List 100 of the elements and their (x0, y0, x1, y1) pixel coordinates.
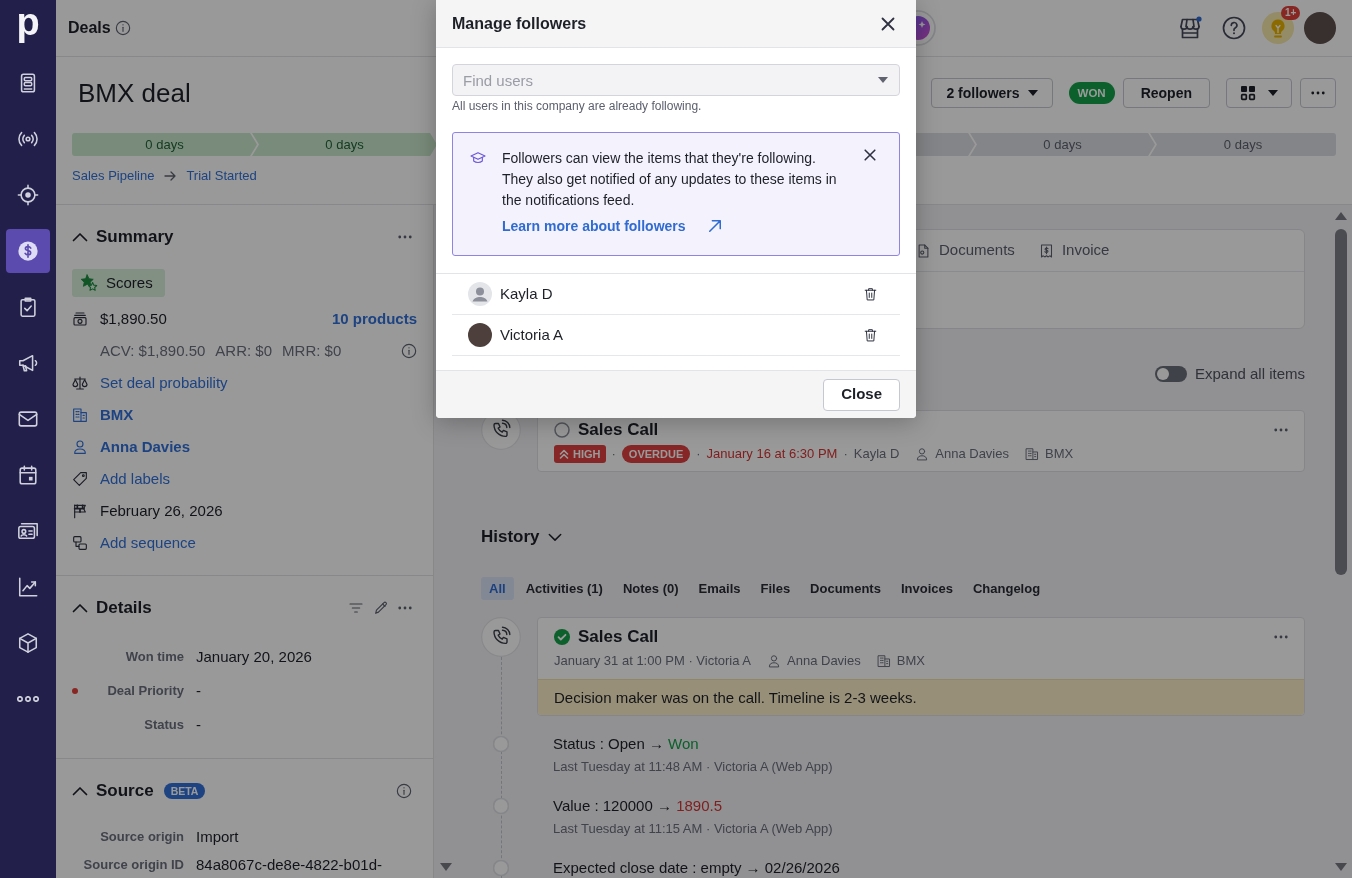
section-title: Source (96, 780, 154, 803)
pipeline-stage[interactable]: 0 days (1150, 133, 1336, 156)
pipeline-stage[interactable]: 0 days (72, 133, 257, 156)
due-date: January 16 at 6:30 PM (706, 445, 838, 464)
trash-icon[interactable] (863, 327, 878, 343)
learn-more-link[interactable]: Learn more about followers (502, 215, 686, 237)
more-icon[interactable] (398, 235, 412, 239)
change-description: Expected close date : empty → 02/26/2026 (553, 858, 840, 878)
scroll-down-arrow-icon[interactable] (439, 863, 452, 871)
change-description: Status : Open → Won (553, 734, 700, 754)
filter-tab[interactable]: Files (752, 577, 799, 600)
change-meta: Last Tuesday at 11:15 AM · Victoria A (Web App) (553, 820, 833, 838)
help-icon[interactable] (1222, 16, 1246, 40)
followers-dropdown[interactable]: 2 followers (931, 78, 1053, 108)
activity-title: Sales Call (578, 419, 659, 442)
field-name: Source origin ID (83, 856, 184, 874)
action-link[interactable]: Set deal probability (100, 371, 228, 395)
chevron-down-icon[interactable] (547, 532, 562, 542)
entity-link[interactable]: Anna Davies (100, 435, 191, 459)
person-link[interactable]: Anna Davies (787, 651, 861, 671)
checkered-flag-icon (72, 503, 88, 519)
filter-tab[interactable]: Changelog (964, 577, 1049, 600)
note: Decision maker was on the call. Timeline is 2-3 weeks. (538, 679, 1304, 715)
target-icon (17, 184, 39, 206)
recurring-value: ACV: $1,890.50 (100, 340, 206, 361)
scores-button[interactable]: Scores (72, 269, 165, 297)
filter-tab[interactable]: Invoices (892, 577, 961, 600)
stars-icon (80, 274, 98, 292)
field-name: Source origin (100, 828, 184, 846)
pipeline-stage[interactable]: 0 days (252, 133, 437, 156)
trash-icon[interactable] (863, 286, 878, 302)
caret-down-icon[interactable] (878, 77, 888, 83)
filter-tab[interactable]: Emails (690, 577, 749, 600)
more-icon[interactable] (398, 606, 412, 610)
toggle-switch[interactable] (1154, 366, 1187, 382)
field-value: - (196, 681, 201, 701)
info-icon[interactable] (114, 20, 131, 36)
info-icon[interactable] (401, 343, 417, 359)
close-date: February 26, 2026 (100, 500, 223, 521)
caret-down-icon (1027, 90, 1038, 96)
user-avatar[interactable] (1304, 12, 1336, 44)
store-icon[interactable] (1178, 16, 1202, 40)
building-icon (1025, 447, 1039, 461)
pipeline-stage[interactable]: 0 days (970, 133, 1155, 156)
logo[interactable]: p (0, 0, 56, 56)
building-icon (72, 407, 88, 423)
close-button[interactable]: Close (823, 378, 900, 411)
external-arrow-icon[interactable] (707, 219, 722, 233)
close-icon[interactable] (863, 148, 877, 162)
info-icon[interactable] (396, 783, 412, 799)
more-icon[interactable] (1274, 428, 1288, 432)
entity-link[interactable]: BMX (100, 403, 134, 427)
view-switcher[interactable] (1226, 78, 1292, 108)
breadcrumb-link[interactable]: Sales Pipeline (72, 166, 155, 186)
chevron-up-icon[interactable] (72, 603, 88, 613)
chevron-up-icon[interactable] (72, 232, 88, 242)
nav-button[interactable] (6, 229, 50, 273)
breadcrumb-link[interactable]: Trial Started (186, 166, 257, 186)
tab[interactable]: Invoice (1038, 230, 1134, 271)
filter-tab[interactable]: All (481, 577, 514, 600)
products-link[interactable]: 10 products (331, 307, 417, 331)
organization-link[interactable]: BMX (1045, 444, 1074, 464)
deal-title: BMX deal (78, 77, 191, 109)
follower-name: Victoria A (500, 324, 564, 345)
scrollbar-thumb[interactable] (1335, 229, 1347, 575)
filter-tab[interactable]: Notes (0) (614, 577, 687, 600)
pencil-icon[interactable] (373, 600, 389, 616)
clipboard-check-icon (17, 296, 39, 318)
scroll-up-arrow-icon[interactable] (1335, 212, 1347, 220)
activity-title: Sales Call (578, 626, 659, 649)
scroll-down-arrow-icon[interactable] (1335, 863, 1347, 871)
action-link[interactable]: Add sequence (100, 531, 196, 555)
field-value: 84a8067c-de8e-4822-b01d- (196, 855, 382, 875)
circle-icon[interactable] (554, 422, 570, 438)
cube-icon (17, 632, 39, 654)
page-title: Deals (68, 18, 111, 38)
check-circle-icon[interactable] (554, 629, 570, 645)
tag-icon (72, 471, 88, 487)
close-icon[interactable] (880, 15, 896, 32)
chevron-up-icon[interactable] (72, 786, 88, 796)
organization-link[interactable]: BMX (896, 651, 925, 671)
receipt-icon (1038, 242, 1054, 259)
toggle-label: Expand all items (1194, 363, 1305, 384)
avatar-placeholder-icon (468, 282, 492, 306)
action-link[interactable]: Add labels (100, 467, 171, 491)
document-icon (916, 242, 931, 259)
dollar-icon (17, 240, 39, 262)
separator: · (611, 445, 616, 464)
change-meta: Last Tuesday at 11:48 AM · Victoria A (Web App) (553, 758, 833, 776)
field-value: Import (196, 827, 239, 847)
tab[interactable]: Documents (916, 230, 1039, 271)
filter-tab[interactable]: Documents (802, 577, 889, 600)
more-icon[interactable] (1274, 635, 1288, 639)
filter-tab[interactable]: Activities (1) (517, 577, 611, 600)
meta-text: January 31 at 1:00 PM · Victoria A (554, 652, 752, 671)
reopen-button[interactable]: Reopen (1122, 78, 1210, 108)
find-users-field[interactable]: Find users (452, 64, 900, 96)
double-chevron-up-icon (559, 449, 569, 459)
person-link[interactable]: Anna Davies (935, 444, 1009, 464)
contact-card-icon (17, 520, 39, 542)
